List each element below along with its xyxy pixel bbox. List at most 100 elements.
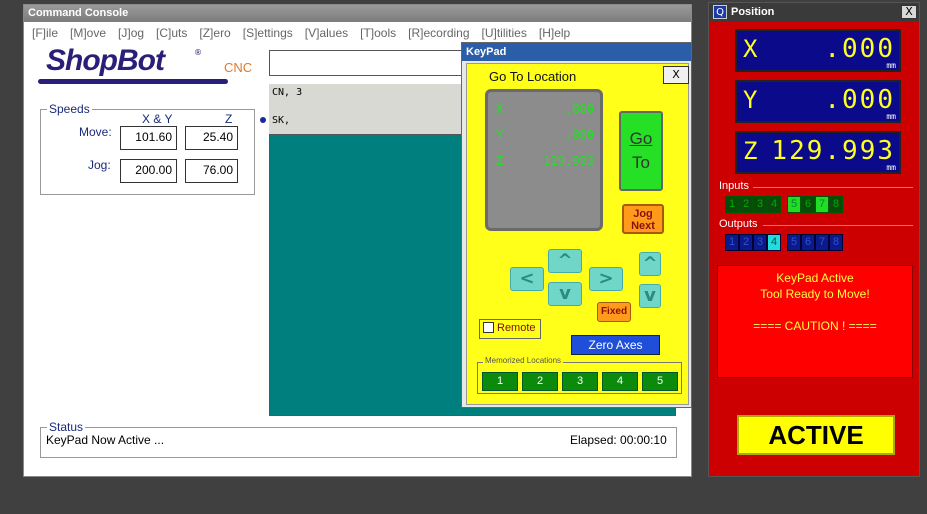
keypad-z-axis: Z bbox=[496, 154, 504, 168]
keypad-y-row: Y .000 bbox=[494, 128, 594, 148]
zero-axes-button[interactable]: Zero Axes bbox=[571, 335, 660, 355]
dro-x-value: .000 bbox=[824, 34, 895, 64]
jog-y-plus-button[interactable]: ^ bbox=[548, 249, 582, 273]
console-title-bar[interactable]: Command Console bbox=[24, 5, 691, 22]
remote-checkbox-box[interactable] bbox=[483, 322, 494, 333]
move-label: Move: bbox=[79, 125, 112, 139]
speeds-col-xy: X & Y bbox=[142, 112, 173, 126]
input-3-indicator: 3 bbox=[753, 196, 767, 213]
output-6-indicator: 6 bbox=[801, 234, 815, 251]
jog-label: Jog: bbox=[88, 158, 111, 172]
dro-y-axis: Y bbox=[743, 86, 758, 114]
jog-y-minus-button[interactable]: v bbox=[548, 282, 582, 306]
active-status-button[interactable]: ACTIVE bbox=[737, 415, 895, 455]
menu-item-8[interactable]: [R]ecording bbox=[408, 26, 469, 40]
fixed-toggle-button[interactable]: Fixed bbox=[597, 302, 631, 322]
output-8-indicator: 8 bbox=[829, 234, 843, 251]
jog-next-button[interactable]: Jog Next bbox=[622, 204, 664, 234]
menu-item-1[interactable]: [M]ove bbox=[70, 26, 106, 40]
command-history[interactable]: CN, 3 SK, bbox=[269, 84, 467, 134]
jog-label-1: Jog bbox=[633, 208, 653, 220]
memorized-locations-label: Memorized Locations bbox=[483, 356, 564, 365]
menu-item-3[interactable]: [C]uts bbox=[156, 26, 187, 40]
position-title: Position bbox=[731, 6, 775, 18]
logo-cnc: CNC bbox=[224, 60, 253, 75]
dro-x-axis: X bbox=[743, 35, 758, 63]
app-icon: Q bbox=[713, 5, 727, 19]
logo-swoosh bbox=[38, 79, 228, 84]
memorized-location-4-button[interactable]: 4 bbox=[602, 372, 638, 391]
move-xy-speed-field[interactable]: 101.60 bbox=[120, 126, 177, 150]
input-5-indicator: 5 bbox=[787, 196, 801, 213]
menu-item-6[interactable]: [V]alues bbox=[305, 26, 348, 40]
inputs-divider bbox=[753, 187, 913, 188]
keypad-window: KeyPad Go To Location X X .000 Y .000 Z 129… bbox=[461, 42, 692, 408]
position-title-bar[interactable]: Position bbox=[709, 3, 919, 21]
outputs-label: Outputs bbox=[719, 218, 758, 230]
keypad-title-bar[interactable]: KeyPad bbox=[462, 43, 691, 61]
menu-item-0[interactable]: [F]ile bbox=[32, 26, 58, 40]
dro-x: X .000 mm bbox=[735, 29, 901, 72]
current-line-marker bbox=[260, 117, 266, 123]
move-z-speed-field[interactable]: 25.40 bbox=[185, 126, 238, 150]
keypad-x-value: .000 bbox=[565, 102, 594, 116]
input-7-indicator: 7 bbox=[815, 196, 829, 213]
dro-z-value: 129.993 bbox=[771, 136, 895, 166]
menu-item-9[interactable]: [U]tilities bbox=[482, 26, 527, 40]
shopbot-logo: ShopBot ® CNC bbox=[38, 44, 258, 92]
keypad-close-button[interactable]: X bbox=[663, 66, 689, 84]
memorized-location-5-button[interactable]: 5 bbox=[642, 372, 678, 391]
jog-label-2: Next bbox=[631, 220, 655, 232]
status-legend: Status bbox=[49, 420, 84, 434]
memorized-location-3-button[interactable]: 3 bbox=[562, 372, 598, 391]
jog-z-minus-button[interactable]: v bbox=[639, 284, 661, 308]
keypad-x-axis: X bbox=[496, 102, 504, 116]
menu-item-7[interactable]: [T]ools bbox=[360, 26, 396, 40]
dro-y-value: .000 bbox=[824, 85, 895, 115]
jog-z-speed-field[interactable]: 76.00 bbox=[185, 159, 238, 183]
remote-checkbox[interactable]: Remote bbox=[479, 319, 541, 339]
output-4-indicator: 4 bbox=[767, 234, 781, 251]
output-3-indicator: 3 bbox=[753, 234, 767, 251]
speeds-legend: Speeds bbox=[49, 102, 90, 116]
output-2-indicator: 2 bbox=[739, 234, 753, 251]
dro-z-axis: Z bbox=[743, 137, 758, 165]
menu-item-10[interactable]: [H]elp bbox=[539, 26, 570, 40]
message-line-2: Tool Ready to Move! bbox=[760, 287, 870, 301]
go-label: Go bbox=[629, 129, 653, 148]
memorized-location-1-button[interactable]: 1 bbox=[482, 372, 518, 391]
history-line: SK, bbox=[272, 115, 291, 126]
message-line-1: KeyPad Active bbox=[776, 271, 854, 285]
input-1-indicator: 1 bbox=[725, 196, 739, 213]
jog-z-plus-button[interactable]: ^ bbox=[639, 252, 661, 276]
speeds-col-z: Z bbox=[225, 112, 233, 126]
inputs-label: Inputs bbox=[719, 180, 749, 192]
memorized-location-2-button[interactable]: 2 bbox=[522, 372, 558, 391]
command-input[interactable] bbox=[269, 50, 479, 76]
menu-item-4[interactable]: [Z]ero bbox=[199, 26, 230, 40]
menu-item-5[interactable]: [S]ettings bbox=[243, 26, 293, 40]
console-title: Command Console bbox=[28, 7, 129, 19]
keypad-z-row: Z 129.993 bbox=[494, 154, 594, 174]
menu-bar: [F]ile [M]ove [J]og [C]uts [Z]ero [S]ettings [… bbox=[24, 23, 691, 43]
output-7-indicator: 7 bbox=[815, 234, 829, 251]
remote-label: Remote bbox=[497, 322, 536, 334]
jog-x-plus-button[interactable]: > bbox=[589, 267, 623, 291]
input-8-indicator: 8 bbox=[829, 196, 843, 213]
jog-x-minus-button[interactable]: < bbox=[510, 267, 544, 291]
to-label: To bbox=[632, 153, 650, 172]
input-4-indicator: 4 bbox=[767, 196, 781, 213]
keypad-y-value: .000 bbox=[565, 128, 594, 142]
goto-location-label: Go To Location bbox=[489, 69, 577, 84]
input-6-indicator: 6 bbox=[801, 196, 815, 213]
elapsed-time: Elapsed: 00:00:10 bbox=[570, 433, 667, 447]
dro-y: Y .000 mm bbox=[735, 80, 901, 123]
jog-xy-speed-field[interactable]: 200.00 bbox=[120, 159, 177, 183]
output-1-indicator: 1 bbox=[725, 234, 739, 251]
position-close-button[interactable]: X bbox=[901, 5, 917, 19]
dro-z: Z 129.993 mm bbox=[735, 131, 901, 174]
go-to-button[interactable]: Go To bbox=[619, 111, 663, 191]
dro-y-unit: mm bbox=[886, 112, 896, 121]
message-panel: KeyPad Active Tool Ready to Move! ==== C… bbox=[717, 265, 913, 378]
menu-item-2[interactable]: [J]og bbox=[118, 26, 144, 40]
